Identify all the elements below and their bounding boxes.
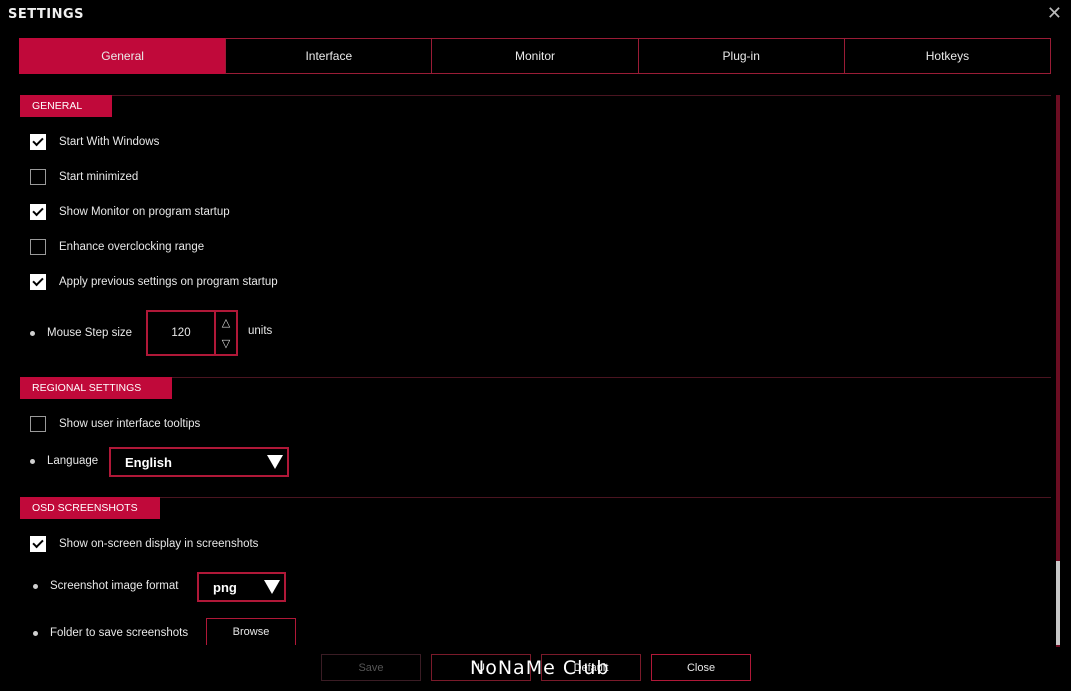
option-enhance-oc-range[interactable]: Enhance overclocking range [20,237,204,257]
format-dropdown[interactable]: png [197,572,286,602]
mouse-step-row: Mouse Step size [20,323,132,343]
checkbox[interactable] [30,536,46,552]
tab-general[interactable]: General [19,38,227,74]
units-label: units [248,325,273,337]
language-value: English [125,454,172,470]
bullet-icon [30,458,35,464]
section-divider [20,497,1051,498]
window-title: SETTINGS [8,7,85,22]
bullet-icon [33,583,38,589]
option-show-monitor[interactable]: Show Monitor on program startup [20,202,230,222]
language-row: Language [20,451,98,471]
checkbox[interactable] [30,416,46,432]
stepper-arrows: △ ▽ [216,312,236,354]
option-label: Start minimized [59,171,139,183]
language-label: Language [47,455,99,467]
tab-hotkeys[interactable]: Hotkeys [843,38,1052,74]
language-dropdown[interactable]: English [109,447,289,477]
settings-content: GENERAL Start With Windows Start minimiz… [20,95,1051,645]
option-label: Start With Windows [59,136,160,148]
tab-plugin[interactable]: Plug-in [637,38,845,74]
vertical-scrollbar[interactable] [1056,95,1060,647]
arrow-down-icon[interactable]: ▽ [222,337,230,350]
section-header-general: GENERAL [20,95,112,117]
option-label: Show Monitor on program startup [59,206,230,218]
watermark-text: NoNaMe Club [470,657,610,679]
checkbox[interactable] [30,204,46,220]
mouse-step-value[interactable]: 120 [148,312,216,354]
option-start-minimized[interactable]: Start minimized [20,167,138,187]
bullet-icon [33,630,38,636]
tab-monitor[interactable]: Monitor [431,38,639,74]
option-start-with-windows[interactable]: Start With Windows [20,132,159,152]
arrow-up-icon[interactable]: △ [222,316,230,329]
section-divider [20,95,1051,96]
section-header-osd: OSD SCREENSHOTS [20,497,160,519]
format-label: Screenshot image format [50,580,179,592]
checkbox[interactable] [30,274,46,290]
save-button[interactable]: Save [321,654,421,681]
format-value: png [213,579,237,595]
dropdown-arrow-icon [264,580,280,594]
folder-row: Folder to save screenshots [20,623,188,643]
tab-interface[interactable]: Interface [225,38,433,74]
checkbox[interactable] [30,239,46,255]
option-label: Enhance overclocking range [59,241,205,253]
scrollbar-thumb[interactable] [1056,561,1060,645]
mouse-step-label: Mouse Step size [47,327,133,339]
bullet-icon [30,330,35,336]
tab-bar: General Interface Monitor Plug-in Hotkey… [19,38,1052,74]
close-icon[interactable]: ✕ [1047,3,1062,23]
option-label: Show user interface tooltips [59,418,201,430]
section-header-regional: REGIONAL SETTINGS [20,377,172,399]
folder-label: Folder to save screenshots [50,627,189,639]
dropdown-arrow-icon [267,455,283,469]
mouse-step-stepper[interactable]: 120 △ ▽ [146,310,238,356]
option-label: Show on-screen display in screenshots [59,538,259,550]
browse-button[interactable]: Browse [206,618,296,645]
option-show-osd[interactable]: Show on-screen display in screenshots [20,534,258,554]
checkbox[interactable] [30,169,46,185]
format-row: Screenshot image format [20,576,178,596]
section-divider [20,377,1051,378]
close-button[interactable]: Close [651,654,751,681]
option-label: Apply previous settings on program start… [59,276,278,288]
option-apply-previous[interactable]: Apply previous settings on program start… [20,272,278,292]
checkbox[interactable] [30,134,46,150]
option-show-tooltips[interactable]: Show user interface tooltips [20,414,200,434]
